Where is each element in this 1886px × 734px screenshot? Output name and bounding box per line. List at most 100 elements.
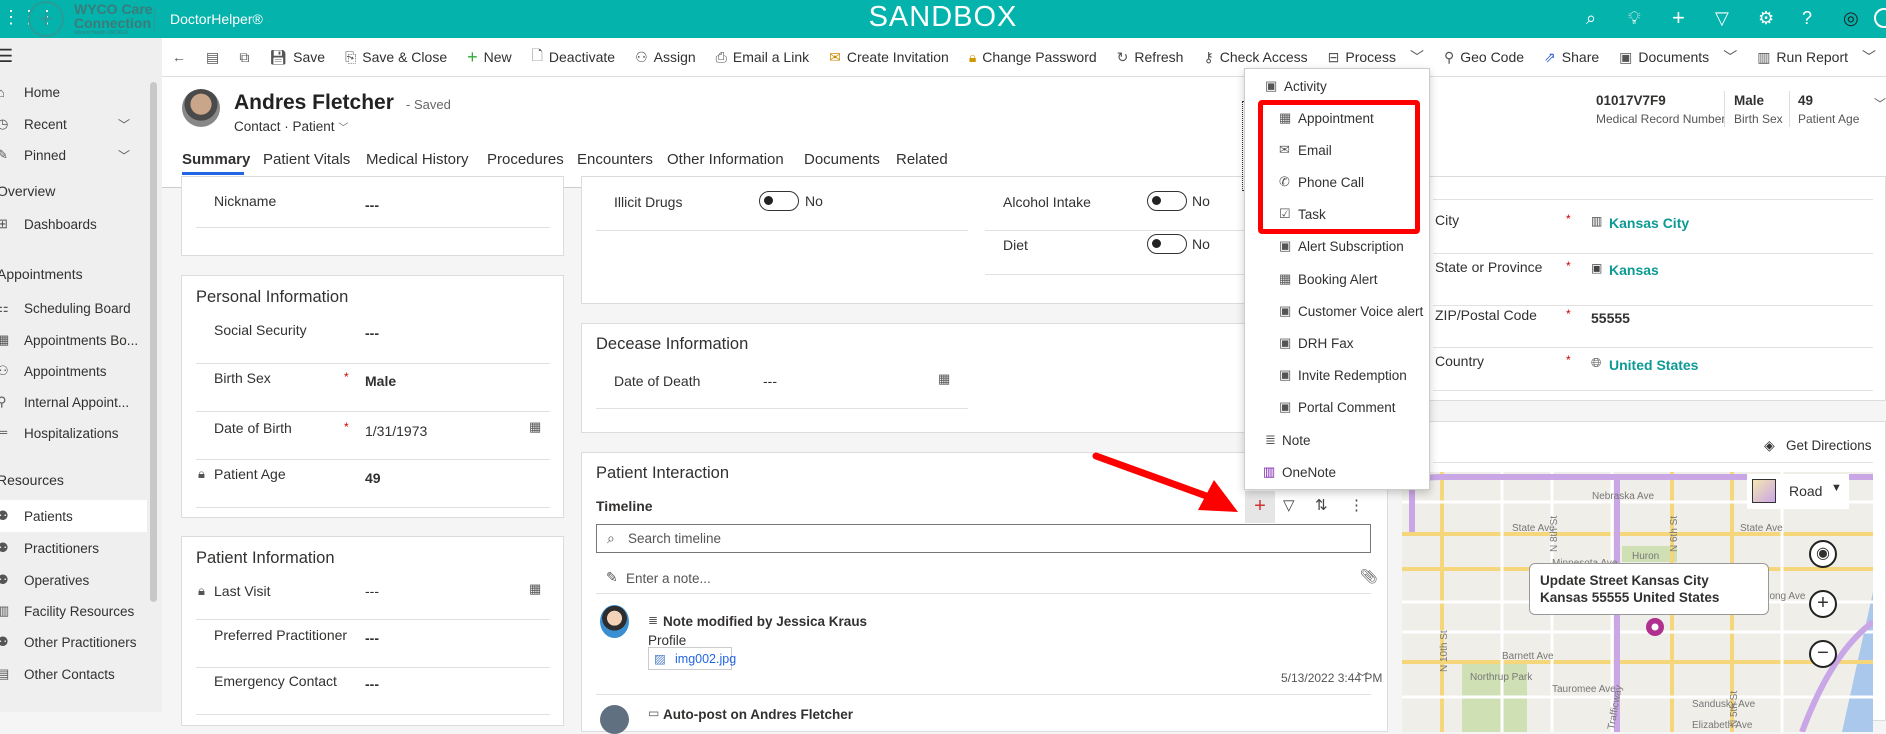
sidebar-item-internal-appointments[interactable]: ⚲ Internal Appoint... bbox=[0, 388, 147, 416]
calendar-icon[interactable]: ▦ bbox=[529, 419, 541, 435]
tab-medical-history[interactable]: Medical History bbox=[366, 151, 469, 168]
menu-item-activity[interactable]: ▣ Activity bbox=[1245, 72, 1429, 102]
menu-item-drh-fax[interactable]: ▣ DRH Fax bbox=[1245, 329, 1429, 359]
sidebar-item-other-contacts[interactable]: ▤ Other Contacts bbox=[0, 660, 147, 688]
more-options-icon[interactable]: ⋮ bbox=[1349, 496, 1364, 514]
sort-icon[interactable]: ⇅ bbox=[1315, 496, 1328, 514]
create-invitation-button[interactable]: ✉ Create Invitation bbox=[819, 38, 959, 77]
sidebar-item-pinned[interactable]: ✎ Pinned ﹀ bbox=[0, 141, 147, 169]
email-link-button[interactable]: ⎙ Email a Link bbox=[706, 38, 819, 77]
locate-me-button[interactable]: ◉ bbox=[1809, 540, 1837, 568]
chevron-down-icon[interactable]: ﹀ bbox=[338, 123, 348, 134]
sidebar-item-other-practitioners[interactable]: ⚉ Other Practitioners bbox=[0, 628, 147, 656]
menu-item-customer-voice-alert[interactable]: ▣ Customer Voice alert bbox=[1245, 297, 1429, 327]
note-input[interactable]: Enter a note... bbox=[626, 571, 711, 586]
sidebar-item-dashboards[interactable]: ⊞ Dashboards bbox=[0, 210, 147, 238]
tab-procedures[interactable]: Procedures bbox=[487, 151, 564, 168]
zoom-out-button[interactable]: − bbox=[1809, 640, 1837, 668]
diet-toggle[interactable] bbox=[1147, 234, 1187, 254]
illicit-drugs-toggle[interactable] bbox=[759, 191, 799, 211]
tab-related[interactable]: Related bbox=[896, 151, 948, 168]
get-directions-button[interactable]: Get Directions bbox=[1786, 438, 1872, 453]
city-link[interactable]: Kansas City bbox=[1609, 215, 1689, 231]
menu-item-alert-subscription[interactable]: ▣ Alert Subscription bbox=[1245, 232, 1429, 262]
zip-value[interactable]: 55555 bbox=[1591, 310, 1630, 326]
country-link[interactable]: United States bbox=[1609, 357, 1698, 373]
save-close-button[interactable]: ⎘ Save & Close bbox=[335, 38, 457, 77]
sidebar-item-appointments[interactable]: ⚇ Appointments bbox=[0, 357, 147, 385]
menu-item-invite-redemption[interactable]: ▣ Invite Redemption bbox=[1245, 361, 1429, 391]
section-title: Personal Information bbox=[196, 288, 349, 306]
attachment-icon[interactable]: 📎︎ bbox=[1360, 568, 1378, 585]
refresh-button[interactable]: ↻ Refresh bbox=[1107, 38, 1194, 77]
sidebar-item-appointments-board[interactable]: ▦ Appointments Bo... bbox=[0, 326, 147, 354]
command-bar: ← ▤ ⧉ 💾︎ Save ⎘ Save & Close + New 🗋︎ Deacti… bbox=[162, 37, 1886, 77]
attachment-chip[interactable]: ▨ img002.jpg bbox=[648, 647, 736, 670]
preferred-practitioner-value[interactable]: --- bbox=[365, 630, 379, 646]
entity-form-line: Contact · Patient ﹀ bbox=[234, 119, 349, 134]
documents-button[interactable]: ▣ Documents ﹀ bbox=[1609, 38, 1747, 77]
search-timeline-input[interactable]: ⌕ Search timeline bbox=[596, 524, 1371, 553]
label: Medical Record Number bbox=[1596, 112, 1726, 126]
birth-sex-value[interactable]: Male bbox=[365, 373, 396, 389]
nickname-value[interactable]: --- bbox=[365, 197, 379, 213]
form-selector[interactable]: Patient bbox=[293, 119, 335, 134]
change-password-button[interactable]: 🔒︎ Change Password bbox=[959, 38, 1107, 77]
tab-summary[interactable]: Summary bbox=[182, 151, 250, 168]
tab-encounters[interactable]: Encounters bbox=[577, 151, 653, 168]
record-name: Andres Fletcher bbox=[234, 91, 394, 114]
map-style-selector[interactable]: Road ▼ bbox=[1747, 474, 1849, 509]
save-button[interactable]: 💾︎ Save bbox=[259, 38, 335, 77]
back-button[interactable]: ← bbox=[162, 38, 196, 77]
menu-item-onenote[interactable]: ▥ OneNote bbox=[1245, 458, 1429, 488]
sidebar-item-facility-resources[interactable]: ▥ Facility Resources bbox=[0, 597, 147, 625]
tab-other-information[interactable]: Other Information bbox=[667, 151, 784, 168]
menu-item-booking-alert[interactable]: ▦ Booking Alert bbox=[1245, 265, 1429, 295]
social-security-value[interactable]: --- bbox=[365, 325, 379, 341]
tab-patient-vitals[interactable]: Patient Vitals bbox=[263, 151, 350, 168]
new-button[interactable]: + New bbox=[457, 38, 522, 77]
search-icon[interactable]: ⌕ bbox=[1586, 8, 1596, 29]
sidebar-scrollbar[interactable] bbox=[150, 82, 157, 602]
sidebar-item-hospitalizations[interactable]: ⊨ Hospitalizations bbox=[0, 419, 147, 447]
run-report-button[interactable]: ▥ Run Report ﹀ bbox=[1747, 38, 1886, 77]
tab-documents[interactable]: Documents bbox=[804, 151, 880, 168]
filter-icon[interactable]: ▽ bbox=[1283, 496, 1295, 514]
lightbulb-icon[interactable]: 💡︎ bbox=[1628, 8, 1641, 29]
date-of-death-value[interactable]: --- bbox=[763, 373, 777, 389]
gear-icon[interactable]: ⚙ bbox=[1758, 8, 1774, 29]
zoom-in-button[interactable]: + bbox=[1809, 590, 1837, 618]
form-selector-button[interactable]: ▤ bbox=[196, 38, 229, 77]
menu-item-portal-comment[interactable]: ▣ Portal Comment bbox=[1245, 393, 1429, 423]
calendar-icon[interactable]: ▦ bbox=[529, 581, 541, 597]
date-of-birth-value[interactable]: 1/31/1973 bbox=[365, 423, 427, 439]
sidebar-item-home[interactable]: ⌂ Home bbox=[0, 78, 147, 106]
hamburger-icon[interactable]: ☰ bbox=[0, 46, 13, 67]
sidebar-item-practitioners[interactable]: ⚉ Practitioners bbox=[0, 534, 147, 562]
geo-code-button[interactable]: ⚲ Geo Code bbox=[1434, 38, 1534, 77]
sidebar-item-operatives[interactable]: ⚉ Operatives bbox=[0, 566, 147, 594]
state-link[interactable]: Kansas bbox=[1609, 262, 1659, 278]
plus-icon[interactable]: + bbox=[1672, 5, 1685, 31]
open-new-window-button[interactable]: ⧉ bbox=[229, 38, 259, 77]
filter-icon[interactable]: ▽ bbox=[1715, 8, 1729, 29]
sidebar-item-patients[interactable]: ⚉ Patients bbox=[0, 500, 147, 532]
sidebar-item-scheduling-board[interactable]: ⚏ Scheduling Board bbox=[0, 294, 147, 322]
top-bar: ⋮⋮⋮ + WYCO Care Connection Vibrant Healt… bbox=[0, 0, 1886, 38]
sidebar-item-recent[interactable]: ◷ Recent ﹀ bbox=[0, 110, 147, 138]
deactivate-button[interactable]: 🗋︎ Deactivate bbox=[522, 38, 625, 77]
share-button[interactable]: ⇗ Share bbox=[1534, 38, 1609, 77]
timeline-entry-title[interactable]: Note modified by Jessica Kraus bbox=[663, 614, 867, 629]
expand-header-chevron-icon[interactable]: ﹀ bbox=[1874, 95, 1886, 112]
emergency-contact-value[interactable]: --- bbox=[365, 676, 379, 692]
alcohol-intake-toggle[interactable] bbox=[1147, 191, 1187, 211]
menu-item-note[interactable]: ≣ Note bbox=[1245, 426, 1429, 456]
assign-button[interactable]: ⚇ Assign bbox=[625, 38, 706, 77]
chevron-down-icon[interactable]: ﹀ bbox=[118, 116, 130, 133]
notification-icon[interactable]: ◎ bbox=[1843, 8, 1859, 29]
expand-chevron-icon[interactable]: ﹀ bbox=[1357, 669, 1368, 685]
chevron-down-icon[interactable]: ﹀ bbox=[118, 147, 130, 164]
calendar-icon[interactable]: ▦ bbox=[938, 371, 950, 387]
help-icon[interactable]: ? bbox=[1802, 8, 1812, 29]
timeline-entry-title[interactable]: Auto-post on Andres Fletcher bbox=[663, 707, 853, 722]
